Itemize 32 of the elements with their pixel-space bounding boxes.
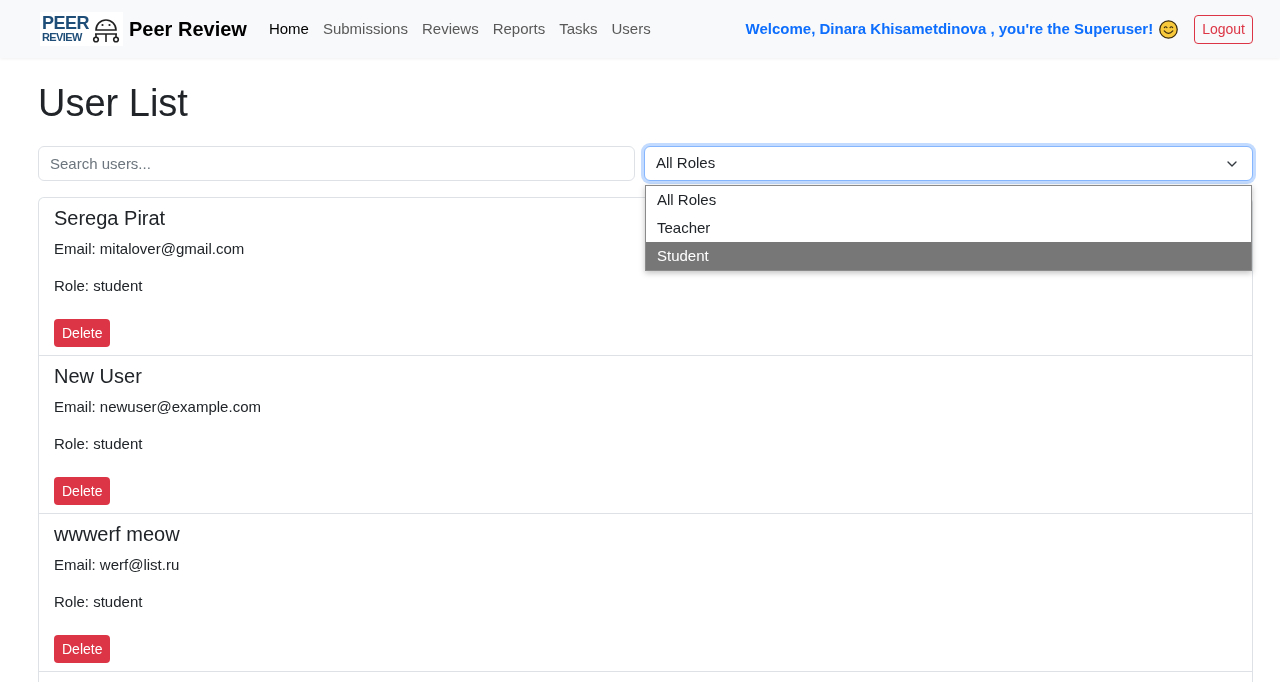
- nav-link[interactable]: Reviews: [421, 17, 479, 41]
- role-select[interactable]: All Roles: [644, 146, 1253, 181]
- user-role: Role: student: [54, 434, 143, 454]
- dropdown-option[interactable]: All Roles: [646, 186, 1251, 214]
- user-name: Serega Pirat: [54, 206, 166, 230]
- smiling-face-icon: [1159, 19, 1179, 39]
- welcome-message: Welcome, Dinara Khisametdinova , you're the Superuser!: [745, 18, 1154, 39]
- user-email: Email: newuser@example.com: [54, 397, 261, 417]
- nav-link[interactable]: Users: [611, 17, 651, 41]
- brand-title[interactable]: Peer Review: [129, 14, 247, 44]
- dropdown-option[interactable]: Teacher: [646, 214, 1251, 242]
- logo-text: PEER: [42, 15, 90, 31]
- logout-button[interactable]: Logout: [1194, 14, 1253, 44]
- logo-text: REVIEW: [42, 31, 84, 43]
- user-name: wwwerf meow: [54, 522, 180, 546]
- dropdown-option[interactable]: Student: [646, 242, 1251, 270]
- nav-link[interactable]: Reports: [492, 17, 546, 41]
- delete-button[interactable]: Delete: [54, 477, 111, 505]
- page-title: User List: [38, 81, 189, 126]
- nav-link[interactable]: Tasks: [559, 17, 598, 41]
- select-value: All Roles: [656, 153, 716, 174]
- nav-link[interactable]: Submissions: [322, 17, 408, 41]
- user-role: Role: student: [54, 276, 143, 296]
- delete-button[interactable]: Delete: [54, 635, 111, 663]
- logo[interactable]: PEER REVIEW: [40, 12, 124, 46]
- nav-link[interactable]: Home: [268, 17, 309, 41]
- user-email: Email: mitalover@gmail.com: [54, 239, 245, 259]
- search-field[interactable]: Search users...: [38, 146, 635, 181]
- user-name: New User: [54, 364, 142, 388]
- user-email: Email: werf@list.ru: [54, 555, 180, 575]
- user-role: Role: student: [54, 592, 143, 612]
- delete-button[interactable]: Delete: [54, 319, 111, 347]
